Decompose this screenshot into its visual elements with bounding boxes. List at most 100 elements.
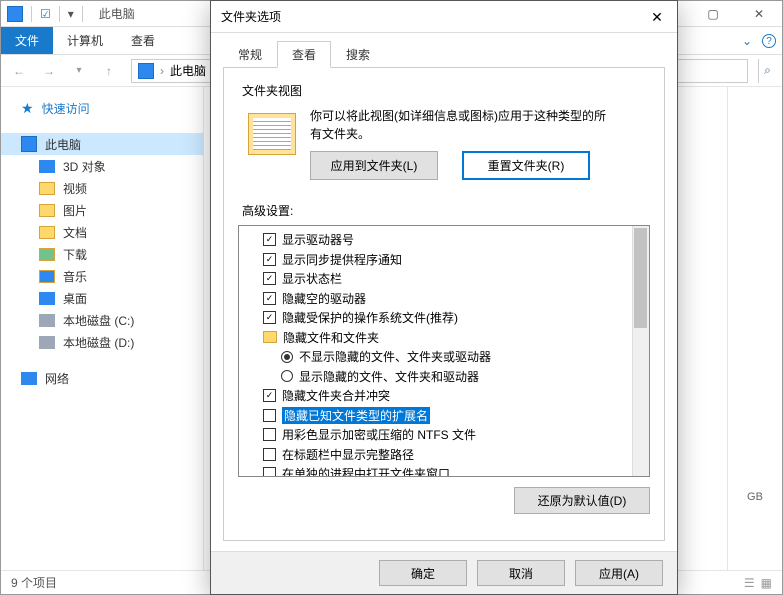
adv-item[interactable]: ✓ 显示驱动器号	[245, 230, 643, 250]
desktop-icon	[39, 292, 55, 305]
tab-search[interactable]: 搜索	[331, 41, 385, 68]
sidebar-item-disk-d[interactable]: 本地磁盘 (D:)	[1, 331, 203, 353]
checkbox-icon[interactable]	[263, 409, 276, 422]
sidebar-item-3d[interactable]: 3D 对象	[1, 155, 203, 177]
up-button[interactable]: ↑	[97, 59, 121, 83]
checkbox-icon[interactable]	[263, 448, 276, 461]
sidebar-this-pc[interactable]: 此电脑	[1, 133, 203, 155]
adv-item-label: 隐藏已知文件类型的扩展名	[282, 407, 430, 424]
radio-icon[interactable]	[281, 370, 293, 382]
checkbox-icon[interactable]: ✓	[263, 253, 276, 266]
sidebar-item-pictures[interactable]: 图片	[1, 199, 203, 221]
radio-icon[interactable]	[281, 351, 293, 363]
close-button[interactable]: ✕	[736, 1, 782, 27]
sidebar-network[interactable]: 网络	[1, 367, 203, 389]
checkbox-icon[interactable]: ✓	[263, 272, 276, 285]
apply-to-folders-button[interactable]: 应用到文件夹(L)	[310, 151, 438, 180]
details-view-icon[interactable]: ☰	[744, 576, 755, 590]
cancel-button[interactable]: 取消	[477, 560, 565, 586]
folder-options-dialog: 文件夹选项 ✕ 常规 查看 搜索 文件夹视图 你可以将此视图(如详细信息或图标)…	[210, 0, 678, 595]
adv-item-label: 不显示隐藏的文件、文件夹或驱动器	[299, 348, 491, 365]
checkbox-icon[interactable]: ✓	[263, 292, 276, 305]
sidebar-quick-access[interactable]: ★快速访问	[1, 97, 203, 119]
adv-item-label: 显示状态栏	[282, 270, 342, 287]
adv-item[interactable]: ✓ 隐藏文件夹合并冲突	[245, 386, 643, 406]
adv-item[interactable]: 显示隐藏的文件、文件夹和驱动器	[245, 367, 643, 387]
back-button[interactable]: ←	[7, 59, 31, 83]
music-icon	[39, 270, 55, 283]
adv-item[interactable]: 在单独的进程中打开文件夹窗口	[245, 464, 643, 477]
adv-item-label: 显示驱动器号	[282, 231, 354, 248]
ribbon-tab-computer[interactable]: 计算机	[53, 27, 117, 54]
pictures-icon	[39, 204, 55, 217]
checkbox-icon[interactable]	[263, 428, 276, 441]
adv-item[interactable]: ✓ 显示同步提供程序通知	[245, 250, 643, 270]
adv-item[interactable]: 在标题栏中显示完整路径	[245, 445, 643, 465]
documents-icon	[39, 226, 55, 239]
icons-view-icon[interactable]: ▦	[761, 576, 772, 590]
adv-item[interactable]: 不显示隐藏的文件、文件夹或驱动器	[245, 347, 643, 367]
search-icon[interactable]: ⌕	[758, 59, 776, 83]
checkbox-icon[interactable]: ☑	[40, 7, 51, 21]
adv-item-label: 隐藏受保护的操作系统文件(推荐)	[282, 309, 458, 326]
scrollbar[interactable]	[632, 226, 649, 476]
adv-item[interactable]: 隐藏已知文件类型的扩展名	[245, 406, 643, 426]
reset-folders-button[interactable]: 重置文件夹(R)	[462, 151, 590, 180]
tab-general[interactable]: 常规	[223, 41, 277, 68]
adv-item-label: 隐藏文件和文件夹	[283, 329, 379, 346]
disk-icon	[39, 336, 55, 349]
advanced-title: 高级设置:	[242, 202, 650, 219]
folder-icon	[263, 331, 277, 343]
overflow-icon[interactable]: ▾	[68, 7, 74, 21]
network-icon	[21, 372, 37, 385]
forward-button[interactable]: →	[37, 59, 61, 83]
sidebar-item-video[interactable]: 视频	[1, 177, 203, 199]
ok-button[interactable]: 确定	[379, 560, 467, 586]
checkbox-icon[interactable]	[263, 467, 276, 477]
restore-defaults-button[interactable]: 还原为默认值(D)	[514, 487, 650, 514]
video-icon	[39, 182, 55, 195]
downloads-icon	[39, 248, 55, 261]
address-text: 此电脑	[170, 62, 206, 79]
status-text: 9 个项目	[11, 574, 57, 591]
window-title: 此电脑	[99, 5, 135, 22]
dialog-tabs: 常规 查看 搜索	[211, 33, 677, 68]
dialog-title: 文件夹选项	[221, 8, 281, 25]
history-dropdown[interactable]: ▾	[67, 59, 91, 83]
maximize-button[interactable]: ▢	[690, 1, 736, 27]
checkbox-icon[interactable]: ✓	[263, 389, 276, 402]
sidebar-item-documents[interactable]: 文档	[1, 221, 203, 243]
adv-item-label: 在单独的进程中打开文件夹窗口	[282, 465, 450, 477]
adv-item-label: 用彩色显示加密或压缩的 NTFS 文件	[282, 426, 476, 443]
dialog-content: 文件夹视图 你可以将此视图(如详细信息或图标)应用于这种类型的所有文件夹。 应用…	[223, 67, 665, 541]
chevron-down-icon[interactable]: ⌄	[742, 34, 752, 48]
adv-item[interactable]: ✓ 显示状态栏	[245, 269, 643, 289]
adv-item-label: 显示同步提供程序通知	[282, 251, 402, 268]
ribbon-tab-file[interactable]: 文件	[1, 27, 53, 54]
sidebar-item-downloads[interactable]: 下载	[1, 243, 203, 265]
adv-item-label: 隐藏文件夹合并冲突	[282, 387, 390, 404]
scroll-thumb[interactable]	[634, 228, 647, 328]
sidebar-item-disk-c[interactable]: 本地磁盘 (C:)	[1, 309, 203, 331]
adv-item-label: 隐藏空的驱动器	[282, 290, 366, 307]
pc-icon	[21, 136, 37, 152]
advanced-listbox[interactable]: ✓ 显示驱动器号 ✓ 显示同步提供程序通知 ✓ 显示状态栏 ✓ 隐藏空的驱动器 ✓ 隐藏受保护的操…	[238, 225, 650, 477]
adv-item[interactable]: 隐藏文件和文件夹	[245, 328, 643, 348]
dialog-titlebar: 文件夹选项 ✕	[211, 1, 677, 33]
pc-icon	[7, 6, 23, 22]
adv-item[interactable]: ✓ 隐藏受保护的操作系统文件(推荐)	[245, 308, 643, 328]
ribbon-tab-view[interactable]: 查看	[117, 27, 169, 54]
tab-view[interactable]: 查看	[277, 41, 331, 68]
folderview-section-title: 文件夹视图	[242, 82, 650, 99]
adv-item[interactable]: 用彩色显示加密或压缩的 NTFS 文件	[245, 425, 643, 445]
pc-icon	[138, 63, 154, 79]
help-icon[interactable]: ?	[762, 34, 776, 48]
checkbox-icon[interactable]: ✓	[263, 233, 276, 246]
sidebar-item-music[interactable]: 音乐	[1, 265, 203, 287]
adv-item[interactable]: ✓ 隐藏空的驱动器	[245, 289, 643, 309]
apply-button[interactable]: 应用(A)	[575, 560, 663, 586]
checkbox-icon[interactable]: ✓	[263, 311, 276, 324]
right-strip: GB	[727, 87, 782, 570]
dialog-close-button[interactable]: ✕	[637, 1, 677, 33]
sidebar-item-desktop[interactable]: 桌面	[1, 287, 203, 309]
